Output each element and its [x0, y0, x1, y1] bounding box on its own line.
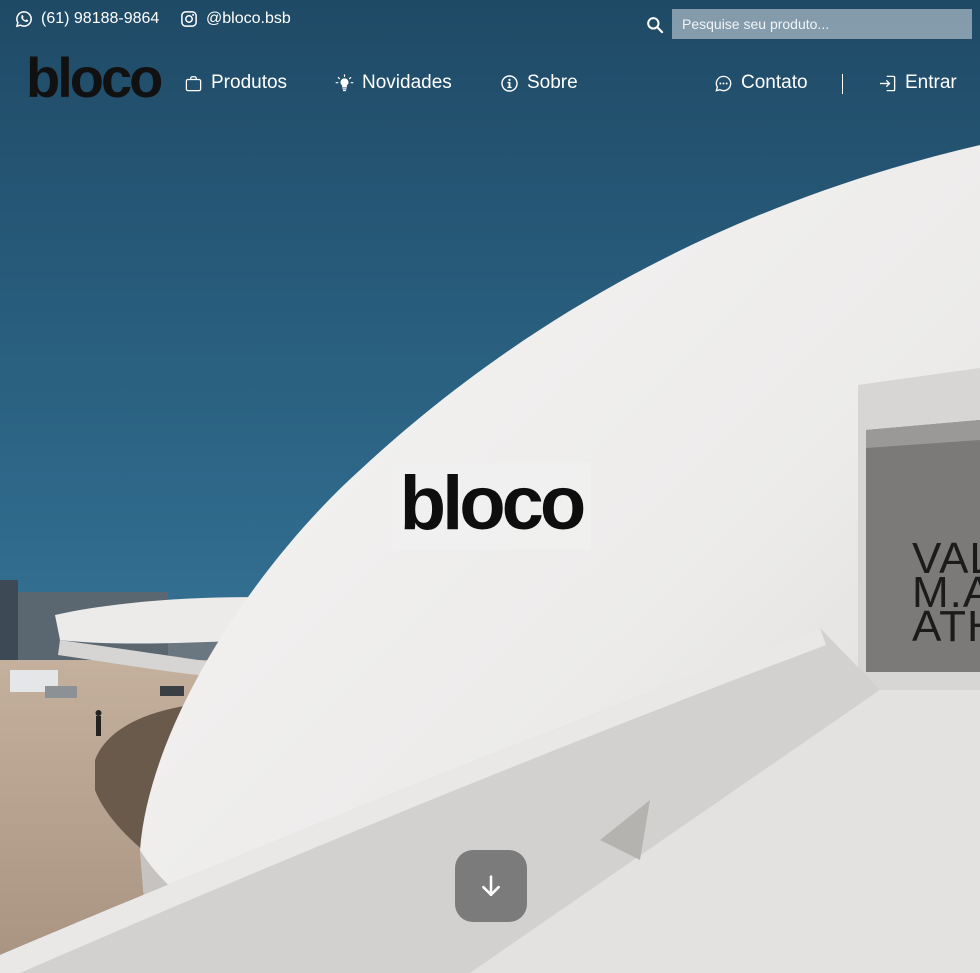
phone-number: (61) 98188-9864: [41, 10, 160, 27]
nav-contato[interactable]: Contato: [714, 72, 808, 94]
phone-link[interactable]: (61) 98188-9864: [15, 10, 159, 28]
search-input[interactable]: [672, 9, 972, 39]
instagram-icon: [181, 11, 197, 27]
nav-label: Sobre: [527, 72, 578, 93]
login-icon: [879, 75, 896, 91]
nav-label: Entrar: [905, 72, 957, 93]
scroll-down-button[interactable]: [455, 850, 527, 922]
instagram-handle: @bloco.bsb: [206, 10, 291, 27]
nav-label: Novidades: [362, 72, 452, 93]
hero-logo-text: bloco: [399, 460, 587, 546]
nav-label: Contato: [741, 72, 808, 93]
nav-novidades[interactable]: Novidades: [335, 72, 452, 94]
entrance-sign: VAL M.A ATH: [912, 534, 980, 651]
search-icon[interactable]: [645, 15, 665, 35]
hero-logo: bloco: [391, 463, 591, 550]
info-icon: [501, 74, 518, 92]
top-bar: (61) 98188-9864 @bloco.bsb: [0, 0, 980, 46]
nav-produtos[interactable]: Produtos: [184, 72, 287, 94]
shopping-bag-icon: [185, 75, 202, 91]
nav-sobre[interactable]: Sobre: [500, 72, 578, 94]
arrow-down-icon: [482, 875, 500, 897]
nav-divider: [842, 74, 843, 94]
instagram-link[interactable]: @bloco.bsb: [180, 10, 291, 28]
brand-logo[interactable]: bloco: [26, 50, 163, 106]
nav-entrar[interactable]: Entrar: [878, 72, 957, 94]
chat-icon: [715, 75, 732, 92]
lightbulb-icon: [335, 73, 354, 91]
nav-label: Produtos: [211, 72, 288, 93]
whatsapp-icon: [15, 11, 32, 28]
